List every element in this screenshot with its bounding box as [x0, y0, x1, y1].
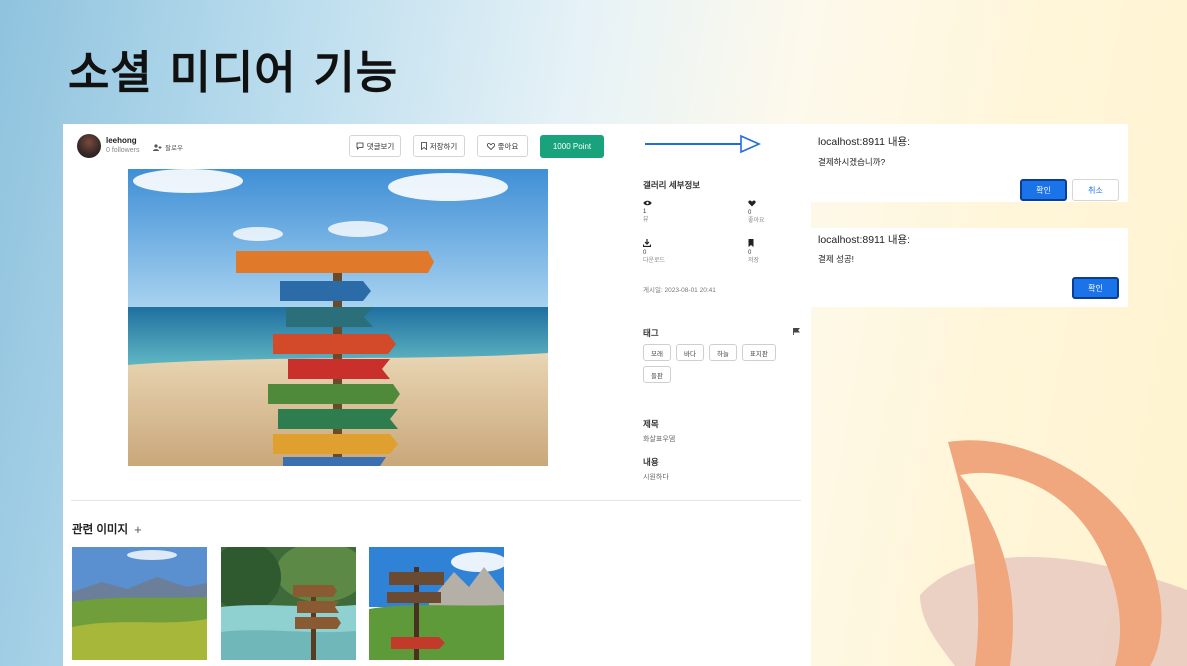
follow-button[interactable]: 팔로우: [153, 142, 183, 152]
point-button[interactable]: 1000 Point: [540, 135, 604, 158]
cancel-button[interactable]: 취소: [1072, 179, 1119, 201]
save-button[interactable]: 저장하기: [413, 135, 465, 157]
stat-views: 1 뷰: [643, 200, 703, 224]
main-gallery-image: [128, 169, 548, 466]
post-author: leehong 0 followers: [77, 134, 139, 158]
payment-success-dialog: localhost:8911 내용: 결제 성공! 확인: [811, 228, 1128, 307]
eye-icon: [643, 200, 652, 206]
content-heading: 내용: [643, 457, 659, 467]
tag[interactable]: 표지판: [741, 344, 776, 361]
confirm-button[interactable]: 확인: [1020, 179, 1067, 201]
divider: [71, 500, 801, 501]
dialog-title: localhost:8911 내용:: [818, 136, 911, 148]
bookmark-icon: [748, 239, 754, 247]
posted-date: 게시일: 2023-08-01 20:41: [643, 287, 716, 294]
related-image-thumbnail[interactable]: [221, 547, 356, 660]
like-button[interactable]: 좋아요: [477, 135, 528, 157]
title-heading: 제목: [643, 419, 659, 429]
related-image-thumbnail[interactable]: [369, 547, 504, 660]
followers-count: 0 followers: [106, 147, 140, 154]
stat-downloads: 0 다운로드: [643, 239, 703, 265]
dialog-message: 결제 성공!: [818, 254, 855, 264]
payment-confirm-dialog: localhost:8911 내용: 결제하시겠습니까? 확인 취소: [811, 124, 1128, 202]
arrow-right-icon: [645, 134, 761, 154]
tag-list: 모래 바다 하늘 표지판 들판: [643, 344, 783, 383]
slide-title: 소셜 미디어 기능: [68, 46, 399, 99]
comments-label: 댓글보기: [366, 141, 395, 151]
related-image-thumbnail[interactable]: [72, 547, 207, 660]
bookmark-outline-icon: [420, 142, 427, 150]
dialog-title: localhost:8911 내용:: [818, 234, 911, 246]
flag-icon[interactable]: [793, 328, 800, 335]
leaf-decoration: [920, 440, 1187, 666]
tags-heading: 태그: [643, 328, 659, 338]
heart-outline-icon: [486, 142, 495, 150]
comment-icon: [356, 142, 364, 150]
tag[interactable]: 들판: [643, 366, 671, 383]
tag[interactable]: 하늘: [708, 344, 737, 361]
follow-label: 팔로우: [165, 145, 183, 152]
avatar[interactable]: [77, 134, 101, 158]
gallery-detail-panel: leehong 0 followers 팔로우 댓글보기 저장하기 좋아요 10…: [63, 124, 811, 666]
comments-button[interactable]: 댓글보기: [349, 135, 401, 157]
username[interactable]: leehong: [106, 136, 139, 146]
like-label: 좋아요: [497, 141, 519, 151]
tag[interactable]: 모래: [643, 344, 671, 361]
details-heading: 갤러리 세부정보: [643, 180, 701, 190]
tag[interactable]: 바다: [675, 344, 704, 361]
stat-saves: 0 저장: [748, 239, 808, 265]
dialog-message: 결제하시겠습니까?: [818, 157, 886, 167]
download-icon: [643, 239, 651, 247]
save-label: 저장하기: [429, 141, 458, 151]
stat-likes: 0 좋아요: [748, 200, 808, 225]
ok-button[interactable]: 확인: [1072, 277, 1119, 299]
title-value: 화살표우뎀: [643, 436, 676, 443]
plus-icon[interactable]: +: [134, 522, 142, 537]
related-images-heading: 관련 이미지 +: [72, 521, 142, 537]
user-plus-icon: [153, 143, 162, 151]
heart-icon: [748, 200, 756, 207]
content-value: 시원하다: [643, 474, 669, 481]
